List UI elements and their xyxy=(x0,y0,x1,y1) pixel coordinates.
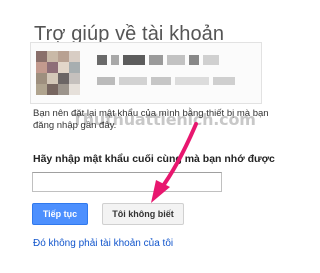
info-text: Bạn nên đặt lại mật khẩu của mình bằng t… xyxy=(33,108,269,131)
password-input[interactable] xyxy=(32,172,222,192)
account-card xyxy=(30,42,262,104)
not-my-account-link[interactable]: Đó không phải tài khoản của tôi xyxy=(33,238,173,249)
account-help-page: Trợ giúp về tài khoản Thuthuattienich.co… xyxy=(0,0,300,273)
password-prompt-label: Hãy nhập mật khẩu cuối cùng mà bạn nhớ đ… xyxy=(33,153,275,165)
next-button[interactable]: Tiếp tục xyxy=(32,203,88,225)
avatar xyxy=(36,51,80,95)
dont-know-button[interactable]: Tôi không biết xyxy=(102,203,184,225)
